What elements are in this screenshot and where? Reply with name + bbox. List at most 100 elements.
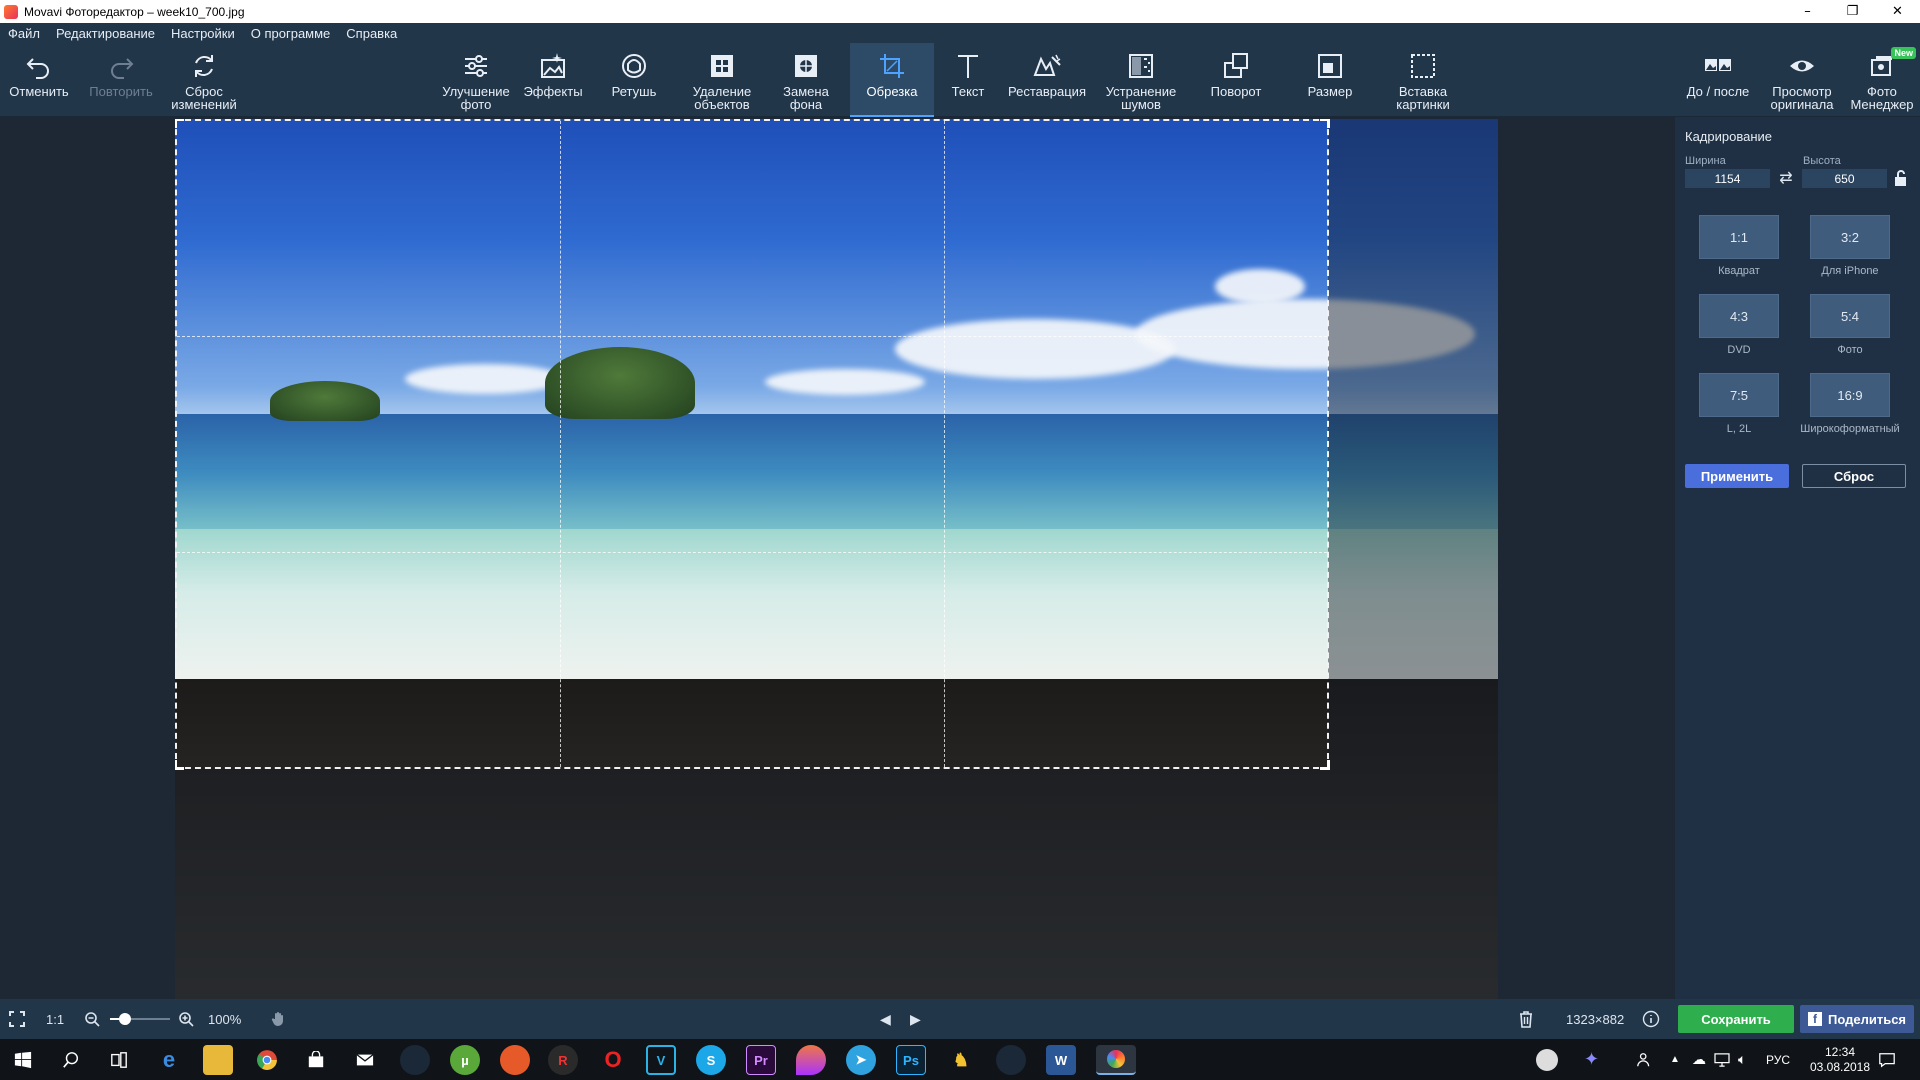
insert-picture-tool[interactable]: Вставка картинки: [1382, 43, 1464, 117]
close-button[interactable]: ✕: [1875, 0, 1920, 23]
vegas-icon[interactable]: V: [646, 1045, 676, 1075]
onedrive-icon[interactable]: ☁: [1692, 1039, 1706, 1080]
title-bar: Movavi Фоторедактор – week10_700.jpg – ❐…: [0, 0, 1920, 23]
store-icon[interactable]: [301, 1045, 331, 1075]
share-button[interactable]: f Поделиться: [1800, 1005, 1914, 1033]
task-view-icon[interactable]: [104, 1045, 134, 1075]
notifications-icon[interactable]: [1878, 1039, 1896, 1080]
menu-edit[interactable]: Редактирование: [56, 26, 155, 41]
ratio-option[interactable]: 16:9 Широкоформатный: [1800, 373, 1900, 435]
ratio-button[interactable]: 16:9: [1810, 373, 1890, 417]
tray-app-icon[interactable]: ✦: [1584, 1039, 1599, 1080]
menu-help[interactable]: Справка: [346, 26, 397, 41]
hand-tool-icon[interactable]: [270, 999, 288, 1039]
reset-changes-button[interactable]: Сброс изменений: [164, 43, 244, 117]
crop-handle-top-right[interactable]: [1320, 119, 1330, 128]
crop-label: Обрезка: [866, 84, 918, 99]
people-icon[interactable]: [1636, 1039, 1654, 1080]
file-explorer-icon[interactable]: [203, 1045, 233, 1075]
minimize-button[interactable]: –: [1785, 0, 1830, 23]
show-hidden-icons-icon[interactable]: ▲: [1670, 1039, 1680, 1080]
utorrent-icon[interactable]: µ: [450, 1045, 480, 1075]
ratio-button[interactable]: 5:4: [1810, 294, 1890, 338]
width-label: Ширина: [1685, 155, 1726, 167]
fit-to-screen-icon[interactable]: [8, 999, 30, 1039]
photo-manager-button[interactable]: New Фото Менеджер: [1844, 43, 1920, 117]
restoration-tool[interactable]: Реставрация: [1002, 43, 1092, 117]
remove-objects-tool[interactable]: Удаление объектов: [682, 43, 762, 117]
ratio-button[interactable]: 3:2: [1810, 215, 1890, 259]
reset-button[interactable]: Сброс: [1802, 464, 1906, 488]
movavi-taskbar-icon[interactable]: [1096, 1045, 1136, 1075]
opera-icon[interactable]: O: [598, 1045, 628, 1075]
edge-icon[interactable]: e: [154, 1045, 184, 1075]
view-original-button[interactable]: Просмотр оригинала: [1764, 43, 1840, 117]
previous-image-icon[interactable]: ◀: [880, 999, 891, 1039]
enhance-photo-tool[interactable]: Улучшение фото: [436, 43, 516, 117]
menu-about[interactable]: О программе: [251, 26, 331, 41]
ratio-option[interactable]: 4:3 DVD: [1699, 294, 1779, 356]
premiere-icon[interactable]: Pr: [746, 1045, 776, 1075]
maximize-button[interactable]: ❐: [1830, 0, 1875, 23]
rotate-tool[interactable]: Поворот: [1196, 43, 1276, 117]
undo-button[interactable]: Отменить: [0, 43, 78, 117]
resize-tool[interactable]: Размер: [1290, 43, 1370, 117]
photo-canvas[interactable]: [175, 119, 1498, 999]
ratio-option[interactable]: 5:4 Фото: [1810, 294, 1890, 356]
ratio-option[interactable]: 3:2 Для iPhone: [1810, 215, 1890, 277]
steam-icon[interactable]: [996, 1045, 1026, 1075]
ratio-option[interactable]: 1:1 Квадрат: [1699, 215, 1779, 277]
next-image-icon[interactable]: ▶: [910, 999, 921, 1039]
ratio-button[interactable]: 1:1: [1699, 215, 1779, 259]
windows-start-icon[interactable]: [8, 1045, 38, 1075]
save-button[interactable]: Сохранить: [1678, 1005, 1794, 1033]
before-after-button[interactable]: До / после: [1678, 43, 1758, 117]
text-tool[interactable]: Текст: [940, 43, 996, 117]
crop-handle-bottom-left[interactable]: [175, 760, 184, 770]
search-icon[interactable]: [56, 1045, 86, 1075]
trash-icon[interactable]: [1518, 999, 1534, 1039]
menu-file[interactable]: Файл: [8, 26, 40, 41]
app-r-icon[interactable]: R: [548, 1045, 578, 1075]
zoom-in-icon[interactable]: [178, 999, 194, 1039]
chrome-icon[interactable]: [252, 1045, 282, 1075]
zoom-out-icon[interactable]: [84, 999, 100, 1039]
crop-handle-top-left[interactable]: [175, 119, 184, 128]
effects-tool[interactable]: Эффекты: [518, 43, 588, 117]
view-original-label: Просмотр оригинала: [1770, 84, 1834, 112]
ratio-button[interactable]: 7:5: [1699, 373, 1779, 417]
apply-button[interactable]: Применить: [1685, 464, 1789, 488]
volume-icon[interactable]: 🔈︎: [1738, 1039, 1746, 1080]
zoom-slider[interactable]: [110, 999, 170, 1039]
skype-icon[interactable]: S: [696, 1045, 726, 1075]
info-icon[interactable]: [1642, 999, 1660, 1039]
ratio-option[interactable]: 7:5 L, 2L: [1699, 373, 1779, 435]
width-field[interactable]: 1154: [1685, 169, 1770, 188]
retouch-tool[interactable]: Ретушь: [598, 43, 670, 117]
height-field[interactable]: 650: [1802, 169, 1887, 188]
word-icon[interactable]: W: [1046, 1045, 1076, 1075]
crop-frame[interactable]: [175, 119, 1330, 770]
denoise-tool[interactable]: Устранение шумов: [1098, 43, 1184, 117]
crop-handle-bottom-right[interactable]: [1320, 760, 1330, 770]
menu-settings[interactable]: Настройки: [171, 26, 235, 41]
zoom-slider-handle[interactable]: [119, 1013, 131, 1025]
maps-pin-icon[interactable]: [796, 1045, 826, 1075]
crop-tool[interactable]: Обрезка: [850, 43, 934, 117]
swap-dimensions-icon[interactable]: ⇄: [1776, 168, 1796, 188]
ratio-button[interactable]: 4:3: [1699, 294, 1779, 338]
lock-icon[interactable]: [1893, 169, 1909, 187]
replace-background-tool[interactable]: Замена фона: [770, 43, 842, 117]
actual-size-button[interactable]: 1:1: [46, 999, 64, 1039]
telegram-icon[interactable]: ➤: [846, 1045, 876, 1075]
user-avatar-icon[interactable]: [1536, 1039, 1558, 1080]
network-icon[interactable]: [1714, 1039, 1730, 1080]
game-icon[interactable]: ♞: [946, 1045, 976, 1075]
language-indicator[interactable]: РУС: [1766, 1039, 1790, 1080]
clock[interactable]: 12:34 03.08.2018: [1810, 1039, 1870, 1080]
mail-icon[interactable]: [350, 1045, 380, 1075]
steam-icon[interactable]: [400, 1045, 430, 1075]
photoshop-icon[interactable]: Ps: [896, 1045, 926, 1075]
redo-button[interactable]: Повторить: [82, 43, 160, 117]
origin-icon[interactable]: [500, 1045, 530, 1075]
